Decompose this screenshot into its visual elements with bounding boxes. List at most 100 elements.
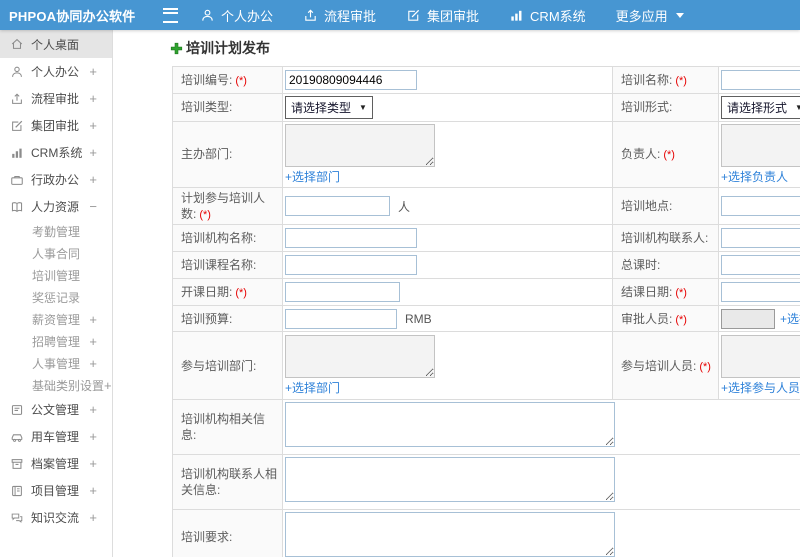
sidebar-subitem-hr-contract[interactable]: 人事合同 [0,242,112,264]
select-join-user-link[interactable]: +选择参与人员 [721,379,800,396]
join-user-textarea[interactable] [721,335,800,379]
expand-plus-icon[interactable]: + [89,334,112,349]
top-nav-personal-office[interactable]: 个人办公 [200,6,273,25]
sidebar-item-vehicle[interactable]: 用车管理 + [0,423,112,450]
bar-chart-icon [10,146,24,160]
field-label: 开课日期: [181,285,233,300]
select-leader-link[interactable]: +选择负责人 [721,168,788,185]
training-require-textarea[interactable] [285,512,615,557]
approver-input[interactable] [721,308,775,329]
sidebar-item-workflow-approval[interactable]: 流程审批 + [0,85,112,112]
expand-plus-icon[interactable]: + [89,145,112,160]
required-mark: (*) [235,287,247,300]
training-no-input[interactable] [285,70,417,90]
sidebar-subitem-attendance[interactable]: 考勤管理 [0,220,112,242]
join-dept-textarea[interactable] [285,335,435,379]
expand-plus-icon[interactable]: + [89,510,112,525]
collapse-minus-icon[interactable]: − [89,199,112,214]
sidebar-item-official-doc[interactable]: 公文管理 + [0,396,112,423]
expand-plus-icon[interactable]: + [89,118,112,133]
chevron-down-icon: ▼ [795,103,800,112]
expand-plus-icon[interactable]: + [89,429,112,444]
sidebar-item-personal-office[interactable]: 个人办公 + [0,58,112,85]
field-label: 培训地点: [621,199,673,214]
sidebar-subitem-training[interactable]: 培训管理 [0,264,112,286]
book-icon [10,200,24,214]
training-name-input[interactable] [721,70,800,90]
hamburger-menu-icon[interactable] [163,7,178,23]
sidebar-item-knowledge[interactable]: 知识交流 + [0,504,112,531]
sidebar-subitem-salary[interactable]: 薪资管理 + [0,308,112,330]
host-dept-textarea[interactable] [285,124,435,167]
expand-plus-icon[interactable]: + [104,378,112,393]
home-icon [10,37,24,51]
select-dept-link[interactable]: +选择部门 [285,168,340,185]
training-form-select[interactable]: 请选择形式 ▼ [721,96,800,119]
total-hours-input[interactable] [721,255,800,276]
sidebar-subitem-recruitment[interactable]: 招聘管理 + [0,330,112,352]
expand-plus-icon[interactable]: + [89,91,112,106]
org-contact-input[interactable] [721,228,800,249]
end-date-input[interactable] [721,282,800,303]
top-nav-label: 集团审批 [427,8,480,24]
expand-plus-icon[interactable]: + [89,402,112,417]
training-type-select[interactable]: 请选择类型 ▼ [285,96,373,119]
sidebar-item-archive[interactable]: 档案管理 + [0,450,112,477]
sidebar-item-hr[interactable]: 人力资源 − [0,193,112,220]
org-contact-info-textarea[interactable] [285,457,615,503]
sidebar-item-crm[interactable]: CRM系统 + [0,139,112,166]
org-info-textarea[interactable] [285,402,615,448]
planned-count-input[interactable] [285,196,390,217]
sidebar-item-project[interactable]: 项目管理 + [0,477,112,504]
top-nav-workflow-approval[interactable]: 流程审批 [303,6,376,25]
select-approver-link[interactable]: +选择审批人员 [780,310,800,327]
top-nav-more-apps[interactable]: 更多应用 [616,6,684,25]
sidebar-subitem-personnel[interactable]: 人事管理 + [0,352,112,374]
chevron-down-icon: ▼ [359,103,367,112]
required-mark: (*) [675,287,687,300]
field-label: 计划参与培训人数: [181,191,266,222]
expand-plus-icon[interactable]: + [89,483,112,498]
app-window: PHPOA协同办公软件 个人办公 流程审批 集团审批 CRM系统 更多应用 个人… [0,0,800,557]
sidebar-subitem-base-category[interactable]: 基础类别设置 + [0,374,112,396]
briefcase-icon [10,173,24,187]
leader-textarea[interactable] [721,124,800,167]
org-name-input[interactable] [285,228,417,249]
course-name-input[interactable] [285,255,417,276]
sidebar-item-group-approval[interactable]: 集团审批 + [0,112,112,139]
field-label: 培训名称: [621,72,673,87]
top-nav-group-approval[interactable]: 集团审批 [406,6,479,25]
expand-plus-icon[interactable]: + [89,172,112,187]
top-nav-crm[interactable]: CRM系统 [509,6,586,25]
sidebar-subitem-reward-punishment[interactable]: 奖惩记录 [0,286,112,308]
upload-icon [303,8,318,23]
field-label: 培训类型: [181,100,233,115]
user-icon [10,65,24,79]
edit-square-icon [406,8,421,23]
sidebar-item-admin-office[interactable]: 行政办公 + [0,166,112,193]
sidebar: 个人桌面 个人办公 + 流程审批 + 集团审批 + CRM系统 + 行政办公 + [0,30,113,557]
green-plus-icon [170,42,183,55]
clipboard-icon [10,484,24,498]
archive-icon [10,457,24,471]
expand-plus-icon[interactable]: + [89,312,112,327]
field-label: 总课时: [621,258,661,273]
field-label: 培训机构名称: [181,231,257,246]
required-mark: (*) [235,74,247,87]
sidebar-item-personal-desktop[interactable]: 个人桌面 [0,30,112,58]
chat-icon [10,511,24,525]
field-label: 培训机构联系人: [621,231,709,246]
required-mark: (*) [699,360,711,373]
field-label: 培训形式: [621,100,673,115]
training-place-input[interactable] [721,196,800,217]
budget-input[interactable] [285,308,397,329]
start-date-input[interactable] [285,282,400,303]
required-mark: (*) [663,149,675,162]
training-plan-form: 培训编号:(*) 培训名称:(*) 培训类型: 请选择类型 ▼ 培训形式: [172,66,800,557]
expand-plus-icon[interactable]: + [89,64,112,79]
expand-plus-icon[interactable]: + [89,356,112,371]
expand-plus-icon[interactable]: + [89,456,112,471]
main-content: 培训计划发布 培训编号:(*) 培训名称:(*) 培训类型: 请选择类型 [113,30,800,557]
select-join-dept-link[interactable]: +选择部门 [285,379,340,396]
field-label: 培训机构相关信息: [181,412,266,443]
